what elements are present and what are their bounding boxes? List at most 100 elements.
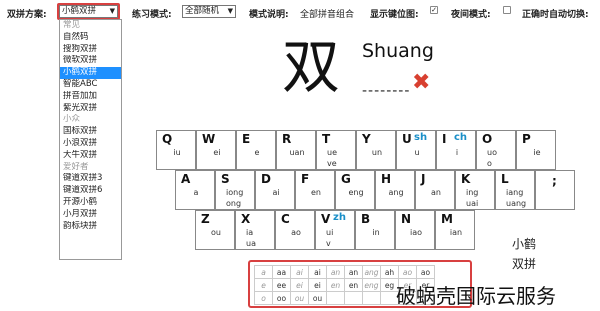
- key-e: Ee: [236, 130, 276, 170]
- keys-cell: aa: [272, 265, 291, 279]
- practice-select-value: 全部随机: [185, 6, 220, 16]
- dropdown-option[interactable]: 自然码: [60, 32, 121, 44]
- typed-input[interactable]: --------: [362, 83, 410, 99]
- key-letter: P: [522, 132, 531, 146]
- wrong-icon: ✖: [412, 70, 431, 95]
- key-initial: sh: [414, 132, 428, 143]
- pinyin-cell: o: [254, 291, 273, 305]
- key-letter: B: [361, 212, 371, 226]
- key-t: Tue ve: [316, 130, 356, 170]
- dropdown-option[interactable]: 国标双拼: [60, 126, 121, 138]
- dropdown-option[interactable]: 紫光双拼: [60, 103, 121, 115]
- pinyin-cell: [362, 291, 381, 305]
- key-letter: H: [381, 172, 392, 186]
- key-final: e: [254, 148, 260, 157]
- pinyin-cell: ei: [290, 278, 309, 292]
- key-letter: ;: [552, 174, 557, 188]
- key-letter: G: [341, 172, 351, 186]
- key-final: ie: [533, 148, 541, 157]
- key-k: King uai: [455, 170, 495, 210]
- scheme-dropdown-list[interactable]: 常见自然码 搜狗双拼 微软双拼 小鹤双拼 智能ABC 拼音加加 紫光双拼 小众 国标双拼 小浪双拼…: [59, 19, 122, 260]
- dropdown-group-label: 常见: [63, 20, 81, 30]
- pinyin-cell: ai: [290, 265, 309, 279]
- key-p: Pie: [516, 130, 556, 170]
- key-letter: Z: [201, 212, 210, 226]
- practice-label: 练习模式:: [132, 10, 172, 20]
- practice-pinyin: Shuang: [362, 40, 434, 62]
- key-letter: T: [322, 132, 331, 146]
- key-final: uan: [289, 148, 305, 157]
- keys-cell: ao: [416, 265, 435, 279]
- pinyin-cell: eng: [362, 278, 381, 292]
- key-final: i: [455, 148, 459, 157]
- key-z: Zou: [195, 210, 235, 250]
- show-keys-checkbox[interactable]: ✓: [430, 6, 438, 14]
- pinyin-cell: en: [326, 278, 345, 292]
- key-letter: E: [242, 132, 251, 146]
- key-letter: U: [402, 132, 412, 146]
- pinyin-cell: [326, 291, 345, 305]
- key-final: eng: [348, 188, 364, 197]
- watermark: 破蜗壳国际云服务: [396, 284, 556, 308]
- dropdown-option[interactable]: 小月双拼: [60, 209, 121, 221]
- night-mode-checkbox[interactable]: [503, 6, 511, 14]
- scheme-highlight-box: [57, 3, 120, 20]
- key-final: ou: [211, 228, 221, 237]
- key-letter: K: [461, 172, 471, 186]
- key-letter: X: [241, 212, 251, 226]
- dropdown-option[interactable]: 小鹤双拼: [60, 67, 121, 79]
- key-letter: C: [281, 212, 290, 226]
- key-r: Ruan: [276, 130, 316, 170]
- key-letter: S: [221, 172, 230, 186]
- key-final: an: [431, 188, 441, 197]
- dropdown-option[interactable]: 开源小鹤: [60, 197, 121, 209]
- pinyin-cell: ou: [290, 291, 309, 305]
- scheme-name-line: 小鹤: [512, 237, 537, 251]
- key-final: ao: [291, 228, 301, 237]
- key-initial: zh: [333, 212, 346, 223]
- key-x: Xia ua: [235, 210, 275, 250]
- dropdown-option[interactable]: 微软双拼: [60, 55, 121, 67]
- key-u: Ush u: [396, 130, 436, 170]
- key-letter: Y: [362, 132, 371, 146]
- dropdown-option[interactable]: 韵标块拼: [60, 221, 121, 233]
- night-mode-label: 夜间模式:: [451, 10, 491, 20]
- key-final: a: [193, 188, 199, 197]
- dropdown-option[interactable]: 大牛双拼: [60, 150, 121, 162]
- pinyin-cell: ang: [362, 265, 381, 279]
- key-letter: D: [261, 172, 271, 186]
- key-final: ai: [272, 188, 280, 197]
- key-q: Qiu: [156, 130, 196, 170]
- key-a: Aa: [175, 170, 215, 210]
- keys-cell: oo: [272, 291, 291, 305]
- dropdown-option[interactable]: 拼音加加: [60, 91, 121, 103]
- key-letter: V: [321, 212, 331, 226]
- practice-character: 双: [282, 33, 341, 101]
- dropdown-option[interactable]: 键道双拼6: [60, 185, 121, 197]
- key-final: iu: [173, 148, 181, 157]
- key-final: in: [372, 228, 380, 237]
- key-letter: O: [482, 132, 493, 146]
- key-letter: I: [442, 132, 447, 146]
- key-v: Vzh ui v: [315, 210, 355, 250]
- pinyin-cell: ao: [398, 265, 417, 279]
- key-letter: J: [421, 172, 426, 186]
- dropdown-option[interactable]: 小浪双拼: [60, 138, 121, 150]
- key-d: Dai: [255, 170, 295, 210]
- practice-select[interactable]: 全部随机 ▼: [182, 5, 236, 18]
- dropdown-option[interactable]: 搜狗双拼: [60, 44, 121, 56]
- keys-cell: ee: [272, 278, 291, 292]
- dropdown-option[interactable]: 智能ABC: [60, 79, 121, 91]
- key-f: Fen: [295, 170, 335, 210]
- dropdown-option[interactable]: 键道双拼3: [60, 173, 121, 185]
- dropdown-group-label: 爱好者: [63, 161, 89, 172]
- key-g: Geng: [335, 170, 375, 210]
- key-letter: L: [501, 172, 509, 186]
- keys-cell: an: [344, 265, 363, 279]
- keys-cell: ah: [380, 265, 399, 279]
- key-semicolon: ;: [535, 170, 575, 210]
- key-h: Hang: [375, 170, 415, 210]
- mode-desc-value: 全部拼音组合: [300, 10, 355, 20]
- dropdown-group-label: 小众: [63, 114, 81, 125]
- scheme-name: 小鹤 双拼: [512, 234, 536, 274]
